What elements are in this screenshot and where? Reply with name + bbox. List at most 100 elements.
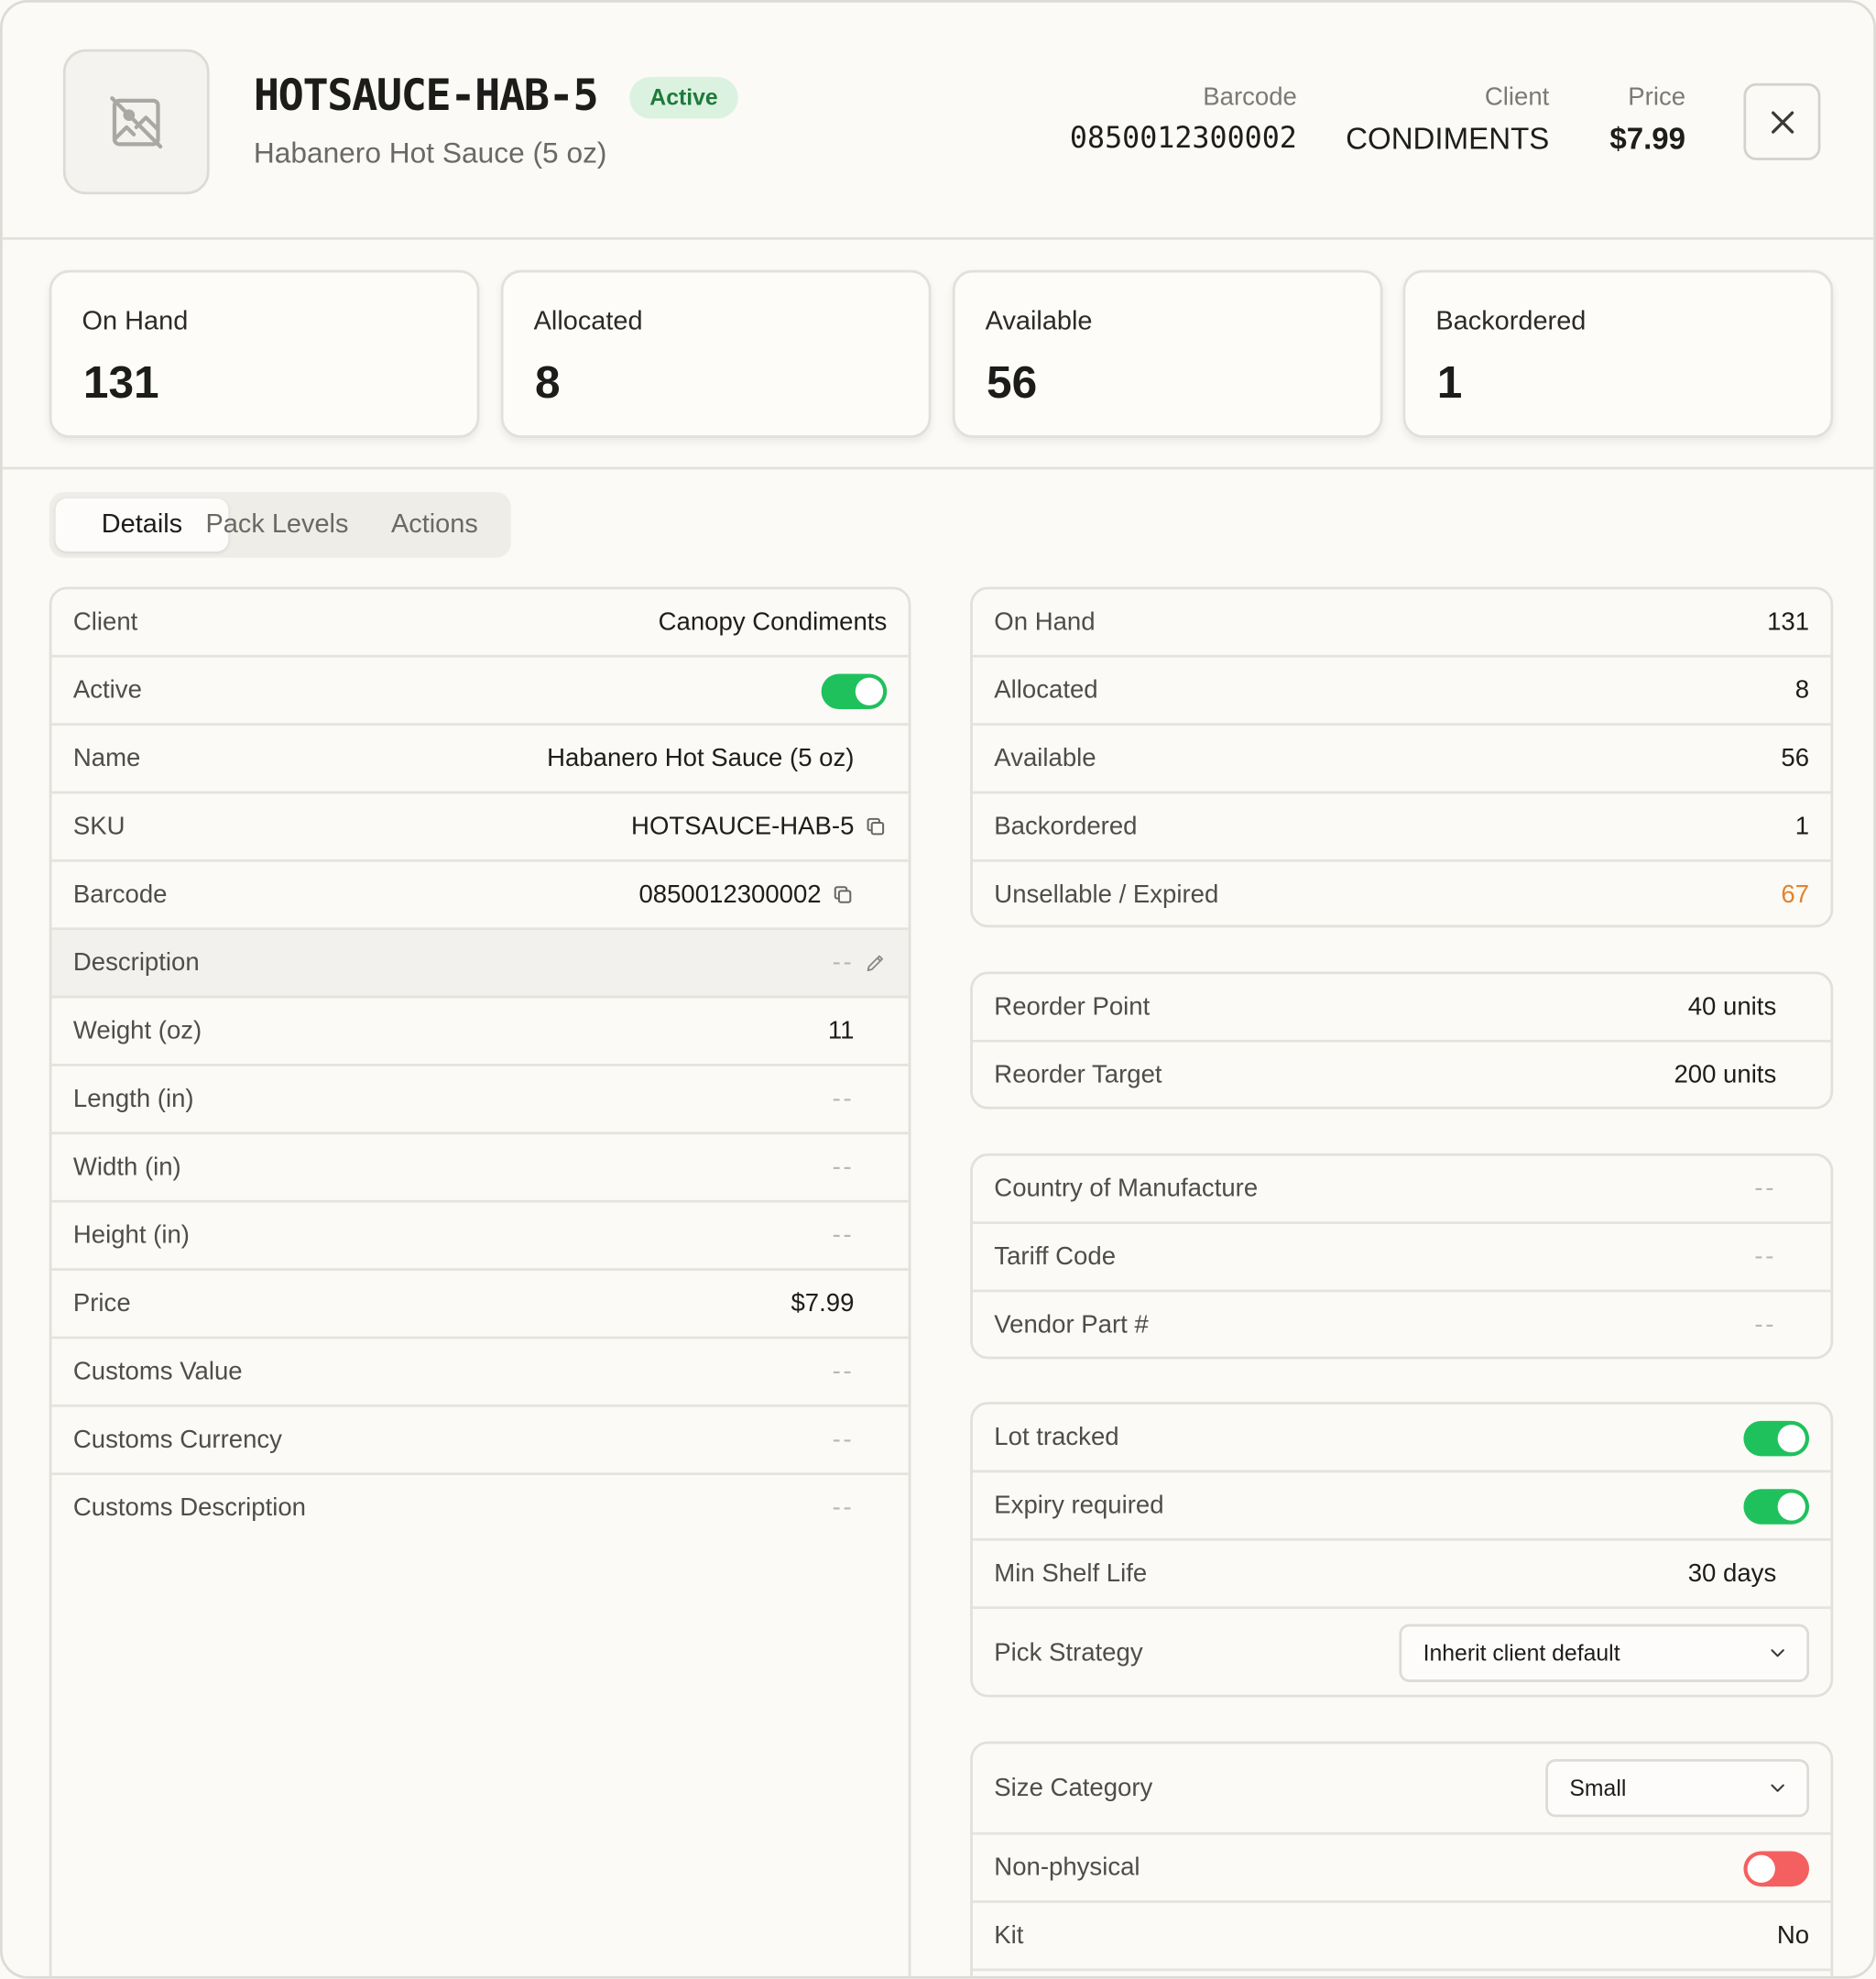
header-client-label: Client [1484, 82, 1550, 112]
select-value: Inherit client default [1423, 1640, 1620, 1667]
copy-icon[interactable] [864, 815, 887, 838]
product-sku-title: HOTSAUCE-HAB-5 [253, 71, 599, 122]
inventory-panel: On Hand 131 Allocated 8 Available 56 Bac… [970, 586, 1834, 928]
row-value: 56 [1781, 744, 1810, 772]
row-label: Description [72, 948, 200, 978]
active-toggle[interactable] [821, 673, 888, 710]
row-label: Tariff Code [994, 1242, 1117, 1271]
row-label: Reorder Target [994, 1061, 1162, 1089]
header-price-value: $7.99 [1609, 122, 1686, 157]
row-label: Active [72, 676, 142, 705]
row-value: -- [1754, 1175, 1777, 1203]
physical-panel: Size Category Small Non-physical Kit No [970, 1741, 1834, 1976]
row-label: SKU [72, 812, 125, 841]
row-label: Unsellable / Expired [994, 880, 1219, 909]
header-barcode: Barcode 0850012300002 [1070, 83, 1297, 156]
row-label: Available [994, 744, 1096, 772]
pick-strategy-select[interactable]: Inherit client default [1399, 1624, 1810, 1682]
select-value: Small [1569, 1775, 1627, 1801]
detail-row-description[interactable]: Description -- [51, 930, 909, 999]
product-name-subtitle: Habanero Hot Sauce (5 oz) [253, 136, 607, 169]
row-value: -- [1754, 1242, 1777, 1271]
row-value: $7.99 [791, 1289, 855, 1318]
details-panel: Client Canopy Condiments Active Name Hab… [49, 586, 911, 1976]
row-label: Customs Currency [72, 1426, 282, 1454]
row-value: 11 [827, 1017, 855, 1045]
row-label: Customs Value [72, 1357, 243, 1386]
stat-card-on-hand: On Hand 131 [49, 269, 480, 438]
row-value: 131 [1767, 607, 1810, 637]
row-label: Min Shelf Life [994, 1559, 1148, 1588]
tab-pack-levels[interactable]: Pack Levels [205, 498, 348, 552]
row-value: -- [832, 1153, 855, 1182]
inventory-row-backordered: Backordered 1 [972, 793, 1831, 862]
size-category-select[interactable]: Small [1545, 1758, 1810, 1818]
lot-tracked-toggle[interactable] [1743, 1420, 1810, 1457]
close-icon [1771, 110, 1794, 133]
toggle-knob [1747, 1854, 1775, 1883]
stat-label: On Hand [82, 306, 189, 336]
header-price-label: Price [1628, 82, 1686, 112]
row-label: Country of Manufacture [994, 1175, 1259, 1203]
reorder-row-point: Reorder Point 40 units [972, 974, 1831, 1043]
stat-card-available: Available 56 [952, 269, 1383, 438]
header-client: Client CONDIMENTS [1346, 83, 1549, 158]
trade-row-tariff: Tariff Code -- [972, 1224, 1831, 1293]
row-label: Length (in) [72, 1085, 194, 1113]
detail-row-customs-currency: Customs Currency -- [51, 1407, 909, 1476]
row-value: -- [832, 948, 855, 978]
reorder-panel: Reorder Point 40 units Reorder Target 20… [970, 971, 1834, 1110]
product-image-placeholder [62, 49, 210, 195]
expiry-required-toggle[interactable] [1743, 1489, 1810, 1525]
row-label: Backordered [994, 812, 1138, 841]
row-value: Canopy Condiments [658, 607, 888, 637]
row-label: Vendor Part # [994, 1311, 1149, 1339]
row-value: No [1776, 1921, 1810, 1950]
row-label: Name [72, 744, 141, 772]
row-label: Height (in) [72, 1221, 190, 1250]
detail-row-barcode: Barcode 0850012300002 [51, 862, 909, 931]
inventory-row-on-hand: On Hand 131 [972, 589, 1831, 658]
reorder-row-target: Reorder Target 200 units [973, 1043, 1831, 1107]
row-label: Client [72, 607, 138, 637]
stat-value: 8 [534, 355, 561, 408]
chevron-down-icon [1771, 1784, 1784, 1792]
stat-card-allocated: Allocated 8 [500, 269, 932, 438]
stat-label: Backordered [1435, 306, 1587, 336]
row-label: Weight (oz) [72, 1017, 202, 1045]
row-value: -- [832, 1357, 855, 1386]
detail-row-price: Price $7.99 [51, 1271, 909, 1339]
header-client-value: CONDIMENTS [1346, 122, 1550, 157]
detail-row-weight: Weight (oz) 11 [51, 998, 909, 1066]
detail-row-width: Width (in) -- [51, 1134, 909, 1203]
row-value: 0850012300002 [638, 880, 822, 909]
detail-row-active: Active [51, 658, 909, 726]
row-label: Customs Description [72, 1493, 307, 1523]
physical-row-size-category: Size Category Small [972, 1744, 1831, 1835]
row-label: Allocated [994, 676, 1098, 705]
copy-icon[interactable] [832, 883, 855, 906]
header-barcode-label: Barcode [1203, 82, 1297, 112]
row-value: 1 [1794, 812, 1810, 841]
detail-row-height: Height (in) -- [51, 1203, 909, 1271]
inventory-row-available: Available 56 [972, 726, 1831, 794]
non-physical-toggle[interactable] [1743, 1851, 1810, 1887]
row-value: 8 [1794, 676, 1810, 705]
tab-actions[interactable]: Actions [391, 498, 478, 552]
row-value: -- [832, 1426, 855, 1454]
close-button[interactable] [1743, 82, 1821, 160]
stat-value: 131 [82, 355, 159, 408]
image-off-icon [110, 95, 163, 148]
tab-details[interactable]: Details [55, 498, 229, 552]
row-label: Size Category [994, 1774, 1153, 1802]
detail-row-customs-value: Customs Value -- [51, 1339, 909, 1407]
pencil-icon[interactable] [864, 951, 887, 974]
trade-panel: Country of Manufacture -- Tariff Code --… [970, 1153, 1834, 1360]
row-value: -- [832, 1221, 855, 1250]
row-label: Non-physical [994, 1853, 1140, 1882]
row-label: Expiry required [994, 1491, 1164, 1520]
row-value: 67 [1781, 880, 1810, 909]
row-label: Kit [994, 1921, 1024, 1950]
header-barcode-value: 0850012300002 [1069, 122, 1297, 156]
tracking-panel: Lot tracked Expiry required Min Shelf Li… [970, 1402, 1834, 1698]
